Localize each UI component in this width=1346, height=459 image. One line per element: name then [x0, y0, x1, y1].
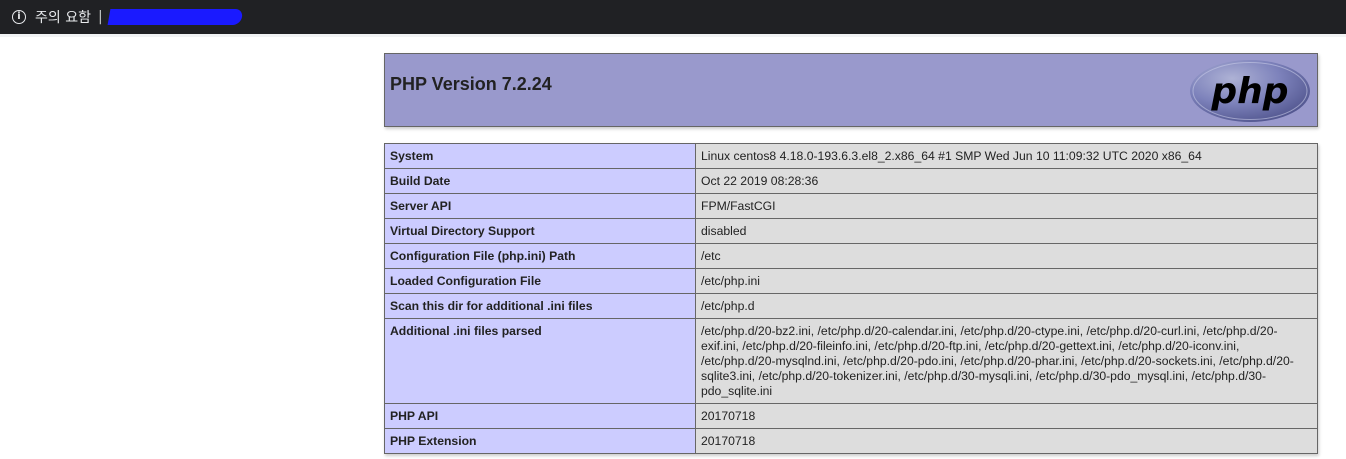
row-value: 20170718: [695, 428, 1318, 454]
toolbar-divider: [0, 34, 1346, 37]
info-table: System Linux centos8 4.18.0-193.6.3.el8_2…: [384, 143, 1318, 454]
table-row: Server API FPM/FastCGI: [384, 193, 1318, 219]
table-row: Scan this dir for additional .ini files /…: [384, 293, 1318, 319]
table-row: Configuration File (php.ini) Path/etc: [384, 243, 1318, 269]
row-value: Oct 22 2019 08:28:36: [695, 168, 1318, 194]
page-title: PHP Version 7.2.24: [390, 74, 552, 94]
row-value: /etc/php.d: [695, 293, 1318, 319]
info-icon[interactable]: i: [12, 10, 26, 24]
table-row: System Linux centos8 4.18.0-193.6.3.el8_2…: [384, 143, 1318, 169]
row-value: FPM/FastCGI: [695, 193, 1318, 219]
table-row: Additional .ini files parsed/etc/php.d/2…: [384, 318, 1318, 404]
row-key: Additional .ini files parsed: [384, 318, 696, 404]
security-warning-label[interactable]: 주의 요함: [35, 7, 91, 27]
row-value: Linux centos8 4.18.0-193.6.3.el8_2.x86_6…: [695, 143, 1318, 169]
row-key: Configuration File (php.ini) Path: [384, 243, 696, 269]
php-logo[interactable]: php: [1189, 59, 1311, 123]
row-key: Server API: [384, 193, 696, 219]
row-key: PHP Extension: [384, 428, 696, 454]
url-separator: |: [97, 9, 103, 25]
row-value: 20170718: [695, 403, 1318, 429]
table-row: Build Date Oct 22 2019 08:28:36: [384, 168, 1318, 194]
row-key: Loaded Configuration File: [384, 268, 696, 294]
row-key: Scan this dir for additional .ini files: [384, 293, 696, 319]
row-key: Build Date: [384, 168, 696, 194]
row-value: /etc: [695, 243, 1318, 269]
table-row: PHP API 20170718: [384, 403, 1318, 429]
redacted-url[interactable]: [107, 9, 244, 25]
row-key: System: [384, 143, 696, 169]
row-value: disabled: [695, 218, 1318, 244]
table-row: Loaded Configuration File/etc/php.ini: [384, 268, 1318, 294]
php-logo-text: php: [1210, 71, 1288, 112]
row-key: Virtual Directory Support: [384, 218, 696, 244]
row-value: /etc/php.d/20-bz2.ini, /etc/php.d/20-cal…: [695, 318, 1318, 404]
row-value: /etc/php.ini: [695, 268, 1318, 294]
table-row: Virtual Directory Support disabled: [384, 218, 1318, 244]
row-key: PHP API: [384, 403, 696, 429]
address-bar[interactable]: i 주의 요함 |: [0, 0, 1346, 34]
table-row: PHP Extension 20170718: [384, 428, 1318, 454]
php-version-header: PHP Version 7.2.24 php: [384, 53, 1318, 127]
